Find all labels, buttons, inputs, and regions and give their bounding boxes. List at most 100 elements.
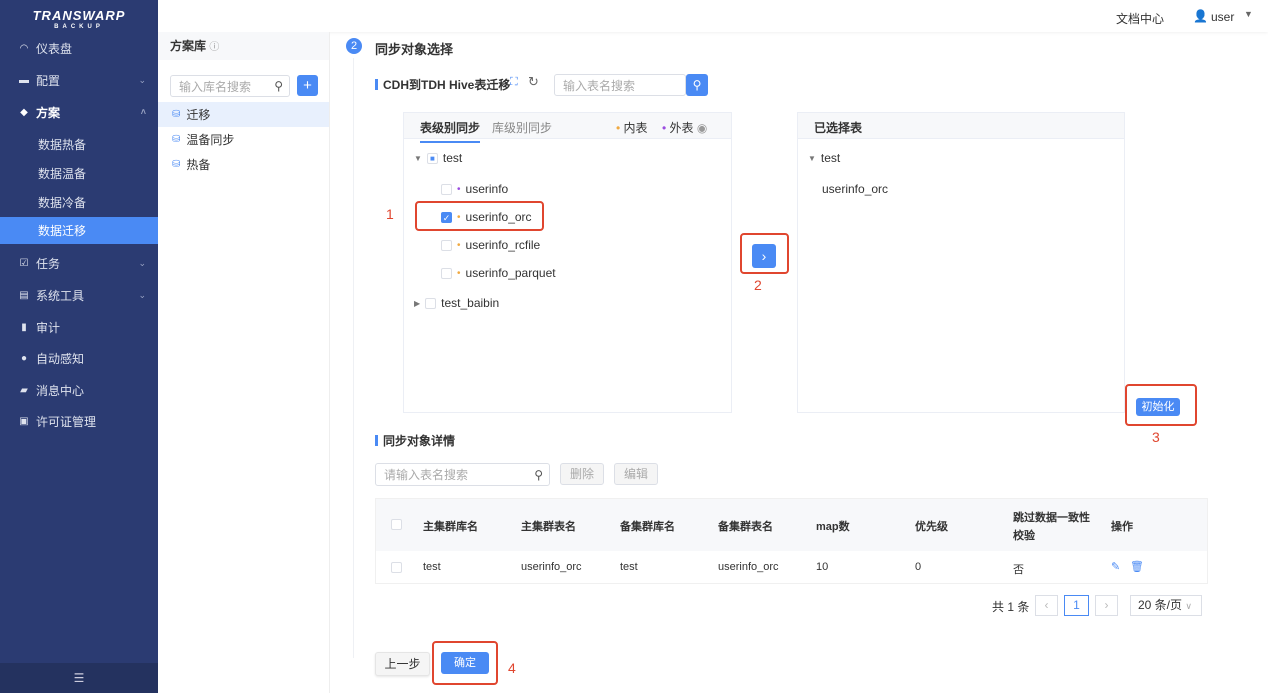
sidebar-item-cold[interactable]: 数据冷备	[0, 187, 158, 217]
details-title: 同步对象详情	[375, 432, 455, 449]
target-node-db[interactable]: ▼ test	[808, 151, 840, 165]
search-icon: ⚲	[274, 79, 283, 93]
chevron-up-icon: ˄	[140, 107, 146, 117]
search-icon: ⚲	[534, 467, 543, 482]
edit-icon[interactable]: ✎	[1111, 560, 1120, 573]
tab-table-level[interactable]: 表级别同步	[420, 119, 481, 143]
page-1[interactable]: 1	[1064, 595, 1089, 616]
legend-external: • 外表 ◉	[662, 121, 708, 135]
annotation-box-1	[415, 201, 544, 231]
tree-node-table[interactable]: • userinfo	[441, 182, 508, 196]
caret-down-icon: ▼	[414, 153, 422, 163]
label: 配置	[36, 73, 61, 88]
tree-node-table[interactable]: • userinfo_rcfile	[441, 238, 540, 252]
sidebar-item-audit[interactable]: ▮ 审计	[0, 312, 158, 342]
confirm-button[interactable]: 确定	[441, 652, 489, 674]
license-icon: ▣	[19, 415, 29, 427]
col-header: 优先级	[915, 521, 948, 533]
target-title: 已选择表	[798, 113, 1124, 139]
label: 数据迁移	[38, 224, 87, 238]
sidebar-item-warm[interactable]: 数据温备	[0, 158, 158, 188]
eye-icon: ◉	[696, 121, 708, 135]
sidebar-item-dashboard[interactable]: ◠ 仪表盘	[0, 33, 158, 63]
chevron-down-icon: ⌄	[138, 289, 146, 300]
col-header: 备集群表名	[718, 521, 773, 533]
table-search-input[interactable]: 输入表名搜索	[554, 74, 686, 96]
prev-step-button[interactable]: 上一步	[375, 652, 430, 676]
add-plan-button[interactable]: +	[297, 75, 318, 96]
refresh-icon[interactable]: ↻	[528, 74, 539, 90]
cell: 10	[816, 561, 829, 573]
target-panel: 已选择表 ▼ test userinfo_orc	[797, 112, 1125, 413]
search-button[interactable]: ⚲	[686, 74, 708, 96]
details-search-input[interactable]: 请输入表名搜索 ⚲	[375, 463, 550, 486]
next-page-button[interactable]: ›	[1095, 595, 1118, 616]
sidebar-item-sense[interactable]: ● 自动感知	[0, 343, 158, 373]
help-icon: ⓘ	[209, 42, 220, 53]
tree-node-test-baibin[interactable]: ▶ test_baibin	[414, 296, 499, 310]
target-node-table[interactable]: userinfo_orc	[822, 182, 888, 196]
logo-sub: BACKUP	[54, 24, 104, 30]
tree-node-test[interactable]: ▼ ■ test	[414, 151, 462, 165]
step-line	[353, 58, 354, 658]
sidebar-item-hot[interactable]: 数据热备	[0, 129, 158, 159]
library-search-input[interactable]: 输入库名搜索 ⚲	[170, 75, 290, 97]
label: 审计	[36, 320, 61, 335]
chevron-down-icon: ⌄	[138, 257, 146, 268]
dashboard-icon: ◠	[19, 42, 29, 54]
database-icon: ⛁	[172, 159, 181, 170]
label: 数据温备	[38, 166, 87, 181]
chevron-down-icon: ⌄	[138, 74, 146, 85]
library-item[interactable]: ⛁ 迁移	[158, 102, 329, 127]
page-size-select[interactable]: 20 条/页 ∨	[1130, 595, 1202, 616]
sidebar-item-plan[interactable]: ◆ 方案 ˄	[0, 97, 158, 127]
prev-page-button[interactable]: ‹	[1035, 595, 1058, 616]
label: 方案	[36, 105, 61, 120]
collapse-button[interactable]: ☰	[0, 663, 158, 693]
col-header: 主集群表名	[521, 521, 576, 533]
user-menu[interactable]: user	[1211, 10, 1234, 24]
sidebar: TRANSWARP BACKUP ◠ 仪表盘 ▬ 配置 ⌄ ◆ 方案 ˄ 数据热备 数据温备…	[0, 0, 158, 693]
label: 系统工具	[36, 288, 85, 303]
database-icon: ⛁	[172, 134, 181, 145]
sidebar-item-tools[interactable]: ▤ 系统工具 ⌄	[0, 280, 158, 310]
edit-button[interactable]: 编辑	[614, 463, 658, 485]
row-checkbox[interactable]	[391, 562, 402, 573]
sidebar-item-config[interactable]: ▬ 配置 ⌄	[0, 65, 158, 95]
task-icon: ☑	[19, 257, 29, 269]
library-item[interactable]: ⛁ 温备同步	[158, 127, 329, 152]
tree-node-table[interactable]: • userinfo_parquet	[441, 266, 556, 280]
pagination-total: 共 1 条	[992, 600, 1030, 614]
annotation-box-2	[740, 233, 789, 274]
sidebar-item-migration[interactable]: 数据迁移	[0, 217, 158, 244]
annotation-4: 4	[508, 660, 516, 676]
fullscreen-icon[interactable]: ⛶	[510, 76, 518, 89]
plan-library: 方案库 ⓘ 输入库名搜索 ⚲ + ⛁ 迁移 ⛁ 温备同步 ⛁ 热备	[158, 32, 330, 693]
checkbox-indeterminate: ■	[426, 152, 438, 164]
library-item[interactable]: ⛁ 热备	[158, 152, 329, 177]
label: 数据热备	[38, 137, 87, 152]
sidebar-item-message[interactable]: ▰ 消息中心	[0, 375, 158, 405]
col-header: 备集群库名	[620, 521, 675, 533]
sidebar-item-license[interactable]: ▣ 许可证管理	[0, 406, 158, 436]
step-title: 同步对象选择	[375, 42, 454, 57]
search-icon: ⚲	[692, 78, 702, 92]
placeholder: 输入库名搜索	[179, 79, 252, 94]
tools-icon: ▤	[19, 289, 29, 301]
delete-button[interactable]: 删除	[560, 463, 604, 485]
col-header: 跳过数据一致性校验	[1013, 512, 1090, 542]
trash-icon[interactable]: 🗑	[1130, 560, 1144, 573]
select-all-checkbox[interactable]	[391, 519, 402, 530]
tab-db-level[interactable]: 库级别同步	[492, 119, 552, 136]
label: 数据冷备	[38, 195, 87, 210]
table-header: 主集群库名 主集群表名 备集群库名 备集群表名 map数 优先级 跳过数据一致性…	[376, 499, 1207, 551]
label: 任务	[36, 256, 61, 271]
logo-brand: TRANSWARP	[32, 8, 126, 23]
cell: 0	[915, 561, 922, 573]
placeholder: 输入表名搜索	[563, 78, 636, 93]
sidebar-item-task[interactable]: ☑ 任务 ⌄	[0, 248, 158, 278]
label: 许可证管理	[36, 414, 97, 429]
cube-icon: ◆	[20, 106, 28, 118]
caret-down-icon: ▼	[1244, 9, 1253, 19]
docs-link[interactable]: 文档中心	[1116, 10, 1164, 27]
